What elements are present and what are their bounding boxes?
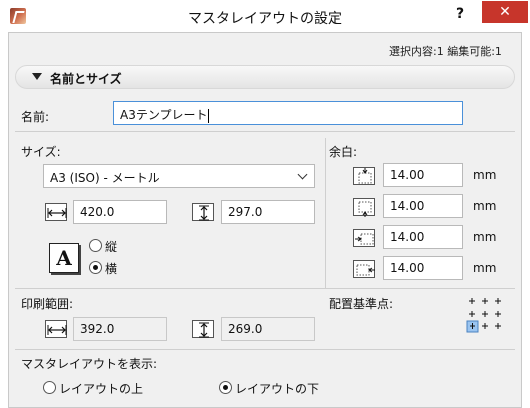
anchor-label: 配置基準点: bbox=[329, 297, 394, 311]
anchor-arrows-icon bbox=[466, 298, 501, 333]
margin-top-input[interactable]: 14.00 bbox=[383, 163, 463, 187]
landscape-radio[interactable] bbox=[89, 261, 102, 274]
print-area-label: 印刷範囲: bbox=[21, 297, 74, 311]
anchor-point-grid[interactable] bbox=[465, 295, 505, 335]
portrait-radio[interactable] bbox=[89, 239, 102, 252]
margin-left-unit: mm bbox=[473, 230, 497, 244]
margin-bottom-unit: mm bbox=[473, 199, 497, 213]
margin-top-unit: mm bbox=[473, 168, 497, 182]
print-width-icon bbox=[45, 320, 67, 338]
margin-left-input[interactable]: 14.00 bbox=[383, 225, 463, 249]
collapse-triangle-icon[interactable] bbox=[32, 73, 42, 80]
divider bbox=[15, 349, 515, 350]
print-width-value: 392.0 bbox=[73, 317, 167, 341]
display-below-label[interactable]: レイアウトの下 bbox=[235, 380, 319, 397]
name-input-value: A3テンプレート bbox=[120, 108, 208, 122]
divider-vertical bbox=[325, 138, 326, 288]
paper-size-select[interactable]: A3 (ISO) - メートル bbox=[43, 164, 315, 188]
name-input[interactable]: A3テンプレート bbox=[113, 101, 463, 125]
chevron-down-icon bbox=[297, 169, 308, 180]
margin-bottom-icon bbox=[353, 198, 375, 217]
print-height-value: 269.0 bbox=[221, 317, 315, 341]
text-caret bbox=[208, 108, 210, 123]
display-above-label[interactable]: レイアウトの上 bbox=[59, 380, 143, 397]
margin-left-icon bbox=[353, 229, 375, 247]
margin-top-icon bbox=[353, 167, 375, 185]
help-button[interactable]: ? bbox=[446, 3, 474, 25]
section-header-name-size[interactable]: 名前とサイズ bbox=[15, 65, 515, 89]
display-below-radio[interactable] bbox=[219, 381, 232, 394]
display-label: マスタレイアウトを表示: bbox=[21, 357, 158, 371]
margin-right-unit: mm bbox=[473, 261, 497, 275]
dialog-body: 選択内容:1 編集可能:1 名前とサイズ 名前: A3テンプレート サイズ: A… bbox=[8, 32, 522, 408]
width-input[interactable]: 420.0 bbox=[73, 200, 167, 224]
width-icon bbox=[45, 203, 67, 221]
orientation-a-icon: A bbox=[49, 243, 79, 273]
margin-label: 余白: bbox=[329, 145, 358, 159]
divider bbox=[15, 131, 515, 132]
portrait-label[interactable]: 縦 bbox=[105, 238, 117, 255]
section-title: 名前とサイズ bbox=[50, 72, 122, 86]
title-bar: マスタレイアウトの設定 ? ✕ bbox=[0, 0, 530, 34]
divider bbox=[15, 288, 515, 289]
margin-right-icon bbox=[353, 260, 375, 278]
margin-bottom-input[interactable]: 14.00 bbox=[383, 194, 463, 218]
close-button[interactable]: ✕ bbox=[482, 1, 528, 23]
selection-status: 選択内容:1 編集可能:1 bbox=[389, 45, 502, 58]
height-input[interactable]: 297.0 bbox=[221, 200, 315, 224]
margin-right-input[interactable]: 14.00 bbox=[383, 256, 463, 280]
landscape-label[interactable]: 横 bbox=[105, 260, 117, 277]
name-label: 名前: bbox=[21, 110, 50, 124]
print-height-icon bbox=[192, 320, 214, 338]
paper-size-value: A3 (ISO) - メートル bbox=[50, 171, 160, 185]
display-above-radio[interactable] bbox=[43, 381, 56, 394]
size-label: サイズ: bbox=[21, 145, 61, 159]
height-icon bbox=[192, 203, 214, 221]
